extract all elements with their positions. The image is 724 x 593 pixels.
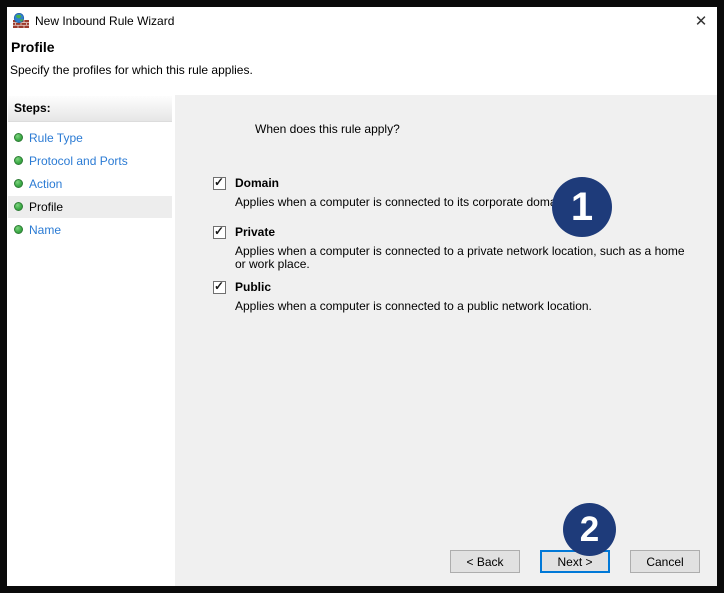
close-icon: ✕ <box>695 13 708 30</box>
step-bullet-icon <box>14 225 23 234</box>
steps-sidebar: Steps: Rule Type Protocol and Ports Acti… <box>7 95 173 586</box>
step-label: Profile <box>29 200 63 214</box>
checkmark-icon: ✓ <box>214 279 224 293</box>
back-button[interactable]: < Back <box>450 550 520 573</box>
step-label: Rule Type <box>29 131 83 145</box>
window-title: New Inbound Rule Wizard <box>35 14 174 28</box>
wizard-dialog: New Inbound Rule Wizard ✕ Profile Specif… <box>7 7 717 586</box>
public-checkbox[interactable]: ✓ <box>213 281 226 294</box>
cancel-button[interactable]: Cancel <box>630 550 700 573</box>
step-bullet-icon <box>14 133 23 142</box>
private-label[interactable]: Private <box>235 225 275 239</box>
public-label[interactable]: Public <box>235 280 271 294</box>
public-description: Applies when a computer is connected to … <box>235 300 697 313</box>
screenshot-border: New Inbound Rule Wizard ✕ Profile Specif… <box>0 0 724 593</box>
step-bullet-icon <box>14 202 23 211</box>
private-checkbox[interactable]: ✓ <box>213 226 226 239</box>
step-label: Name <box>29 223 61 237</box>
step-bullet-icon <box>14 179 23 188</box>
private-description: Applies when a computer is connected to … <box>235 245 697 271</box>
step-label: Protocol and Ports <box>29 154 128 168</box>
domain-description: Applies when a computer is connected to … <box>235 196 697 209</box>
close-button[interactable]: ✕ <box>689 10 713 34</box>
annotation-circle-1: 1 <box>552 177 612 237</box>
step-bullet-icon <box>14 156 23 165</box>
steps-header: Steps: <box>8 96 172 122</box>
annotation-circle-2: 2 <box>563 503 616 556</box>
main-panel: When does this rule apply? ✓ Domain Appl… <box>175 95 717 586</box>
firewall-icon <box>12 13 30 29</box>
steps-heading: Steps: <box>14 101 51 115</box>
domain-label[interactable]: Domain <box>235 176 279 190</box>
sidebar-item-name[interactable]: Name <box>8 219 172 241</box>
sidebar-item-protocol-and-ports[interactable]: Protocol and Ports <box>8 150 172 172</box>
question-text: When does this rule apply? <box>255 122 400 136</box>
checkmark-icon: ✓ <box>214 224 224 238</box>
page-subtitle: Specify the profiles for which this rule… <box>10 63 253 77</box>
sidebar-item-action[interactable]: Action <box>8 173 172 195</box>
checkmark-icon: ✓ <box>214 175 224 189</box>
step-label: Action <box>29 177 62 191</box>
page-title: Profile <box>11 39 55 55</box>
title-bar: New Inbound Rule Wizard ✕ <box>7 7 717 37</box>
sidebar-item-profile[interactable]: Profile <box>8 196 172 218</box>
sidebar-item-rule-type[interactable]: Rule Type <box>8 127 172 149</box>
domain-checkbox[interactable]: ✓ <box>213 177 226 190</box>
